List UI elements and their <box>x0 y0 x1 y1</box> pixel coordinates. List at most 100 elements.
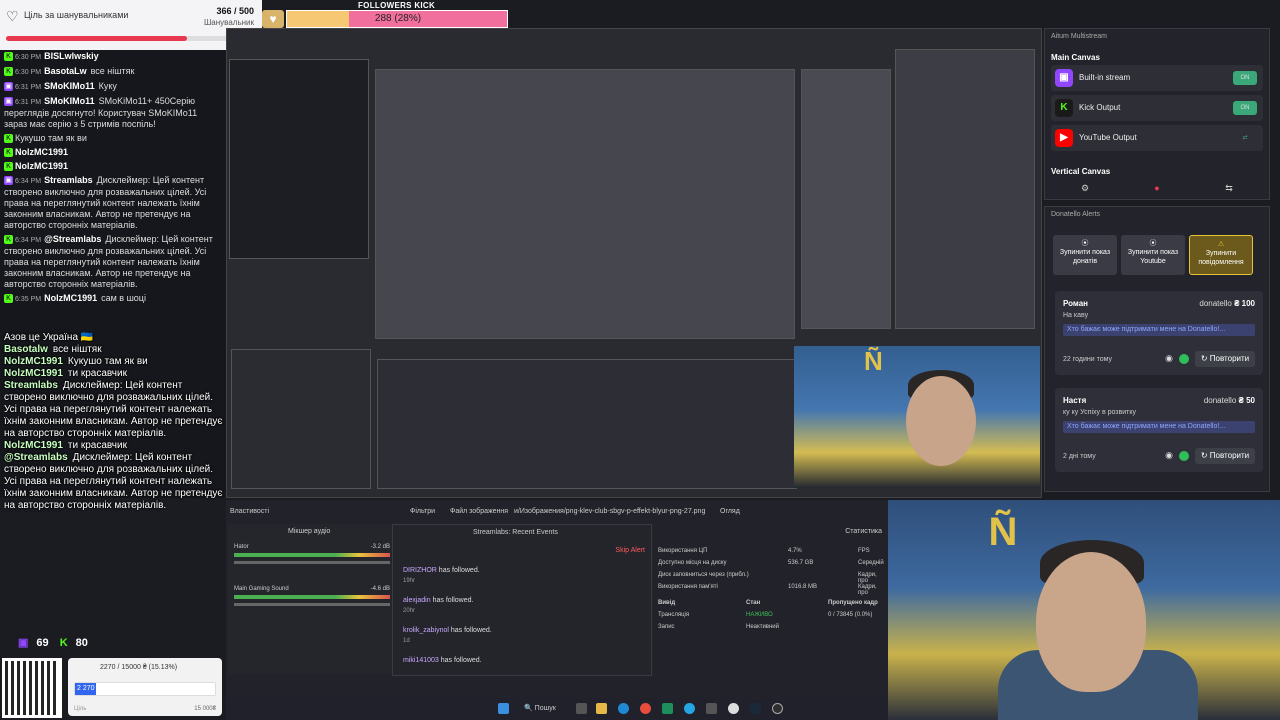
stat-k: Використання пам'яті <box>658 584 718 590</box>
chat-message: K NolzMC1991 <box>0 146 226 160</box>
donation-card: Роман donatello ₴ 100 На каву Хто бажає … <box>1055 291 1263 375</box>
event-text: alexjadin has followed. <box>403 597 633 604</box>
replay-button[interactable]: ↻ Повторити <box>1195 351 1255 367</box>
event-row: alexjadin has followed. 20hr <box>403 597 633 625</box>
twitch-icon: ▣ <box>4 176 13 186</box>
chat-username[interactable]: NolzMC1991 <box>44 293 97 303</box>
kick-icon: K <box>4 67 13 77</box>
event-user[interactable]: miki141003 <box>403 657 439 664</box>
eye-icon[interactable]: ◉ <box>1165 353 1173 364</box>
donation-goal-widget: 2270 / 15000 ₴ (15.13%) 2 270 Ціль 15 00… <box>68 658 222 716</box>
output-toggle[interactable]: ON <box>1233 71 1257 85</box>
stop-icon: ⦿ <box>1149 240 1157 247</box>
chat-username[interactable]: SMoKIMo11 <box>44 81 95 91</box>
volume-meter <box>234 553 390 557</box>
chat-time: 6:35 PM <box>15 296 42 303</box>
track-name: Hator -3.2 dB <box>234 544 390 550</box>
replay-label: Повторити <box>1209 354 1250 363</box>
nested-desktop <box>375 69 795 339</box>
event-time: 1d <box>403 638 410 644</box>
chat-username[interactable]: @Streamlabs <box>44 234 101 244</box>
skip-alert-button[interactable]: Skip Alert <box>615 547 645 554</box>
stop-youtube-button[interactable]: ⦿ Зупинити показ Youtube <box>1121 235 1185 275</box>
webcam: Ñ <box>888 500 1280 720</box>
kick-icon: K <box>4 162 13 172</box>
chrome-icon[interactable] <box>728 703 739 714</box>
stats-panel: Статистика Використання ЦП 4.7% FPS Доступн… <box>652 524 888 676</box>
dock-tab[interactable]: Огляд <box>716 504 744 520</box>
stat-v: 1016.8 MB <box>788 584 818 590</box>
gear-icon[interactable]: ⚙ <box>1051 183 1119 195</box>
volume-slider[interactable] <box>234 561 390 564</box>
firefox-icon[interactable] <box>640 703 651 714</box>
overlay-chat-message: NolzMC1991 ти красавчик <box>0 368 226 380</box>
chat-username[interactable]: SMoKIMo11 <box>44 96 95 106</box>
link-icon[interactable]: ⇆ <box>1195 183 1263 195</box>
search-button[interactable]: 🔍 Пошук <box>524 702 572 716</box>
output-toggle[interactable]: ⇄ <box>1233 131 1257 145</box>
overlay-chat-message: Азов це Україна 🇺🇦 <box>0 332 226 344</box>
chat-username[interactable]: BISLwlwskiy <box>44 51 99 61</box>
event-user[interactable]: DIRIZHOR <box>403 567 437 574</box>
edge-icon[interactable] <box>618 703 629 714</box>
donation-source: donatello ₴ 50 <box>1203 396 1255 405</box>
event-row: miki141003 has followed. <box>403 657 633 685</box>
steam-icon[interactable] <box>750 703 761 714</box>
button-label: Зупинити повідомлення <box>1198 250 1244 266</box>
output-toggle[interactable]: ON <box>1233 101 1257 115</box>
obs-icon[interactable] <box>772 703 783 714</box>
app-icon[interactable] <box>662 703 673 714</box>
goal-title: Ціль за шанувальниками <box>24 10 129 20</box>
kick-icon: K <box>4 294 13 304</box>
app-icon[interactable] <box>706 703 717 714</box>
chat-message: K 6:30 PM BISLwlwskiy <box>0 50 226 65</box>
chat-username[interactable]: Streamlabs <box>44 175 93 185</box>
dock-tab[interactable]: и/Изображения/png-klev-club-sbgv-p-effek… <box>510 504 709 520</box>
stop-messages-button[interactable]: ⚠ Зупинити повідомлення <box>1189 235 1253 275</box>
stop-donations-button[interactable]: ⦿ Зупинити показ донатів <box>1053 235 1117 275</box>
donation-tts: Хто бажає може підтримати мене на Donate… <box>1063 324 1255 336</box>
goal-progress-bar <box>6 36 254 41</box>
overlay-chat-username: NolzMC1991 <box>4 368 63 379</box>
dock-tab[interactable]: Файл зображення <box>446 504 512 520</box>
dock-tab[interactable]: Властивості <box>226 504 273 520</box>
donor-name: Настя <box>1063 396 1087 405</box>
eye-icon[interactable]: ◉ <box>1165 450 1173 461</box>
output-row: Трансляція НАЖИВО 0 / 73845 (0.0%) <box>658 612 888 622</box>
donatello-alerts-panel: Donatello Alerts ⦿ Зупинити показ донатів… <box>1044 206 1270 492</box>
vertical-canvas-label: Vertical Canvas <box>1051 167 1111 176</box>
event-text: miki141003 has followed. <box>403 657 633 664</box>
event-user[interactable]: krolik_zabiynol <box>403 627 449 634</box>
volume-slider[interactable] <box>234 603 390 606</box>
event-user[interactable]: alexjadin <box>403 597 431 604</box>
donation-message: ку ку Успіху в розвитку <box>1063 409 1136 416</box>
followers-kick-title: FOLLOWERS KICK <box>358 1 436 10</box>
chat-username[interactable]: BasotaLw <box>44 66 87 76</box>
person-head <box>1036 552 1146 692</box>
stat-v: 536.7 GB <box>788 560 814 566</box>
mixer-track: Hator -3.2 dB <box>234 544 390 564</box>
windows-icon[interactable] <box>498 703 509 714</box>
goal-count: 366 / 500 <box>216 6 254 16</box>
taskview-icon[interactable] <box>576 703 587 714</box>
donation-goal-fill: 2 270 <box>75 683 97 695</box>
dock-tab[interactable]: Фільтри <box>406 504 439 520</box>
event-row: krolik_zabiynol has followed. 1d <box>403 627 633 655</box>
donation-goal-max: 15 000₴ <box>194 706 216 712</box>
twitch-viewers: 69 <box>36 637 49 649</box>
volume-meter <box>234 595 390 599</box>
donation-goal-bar: 2 270 <box>74 682 216 696</box>
folder-icon[interactable] <box>596 703 607 714</box>
replay-button[interactable]: ↻ Повторити <box>1195 448 1255 464</box>
youtube-icon: ▶ <box>1055 129 1073 147</box>
check-icon <box>1179 451 1189 461</box>
button-label: Зупинити показ донатів <box>1059 249 1111 265</box>
stats-title: Статистика <box>845 528 882 535</box>
event-action: has followed. <box>440 657 482 664</box>
telegram-icon[interactable] <box>684 703 695 714</box>
chat-time: 6:34 PM <box>15 237 42 244</box>
chat-username[interactable]: NolzMC1991 <box>15 147 68 157</box>
chat-username[interactable]: NolzMC1991 <box>15 161 68 171</box>
record-icon[interactable]: ● <box>1123 183 1191 195</box>
stop-icon: ⦿ <box>1081 240 1089 247</box>
